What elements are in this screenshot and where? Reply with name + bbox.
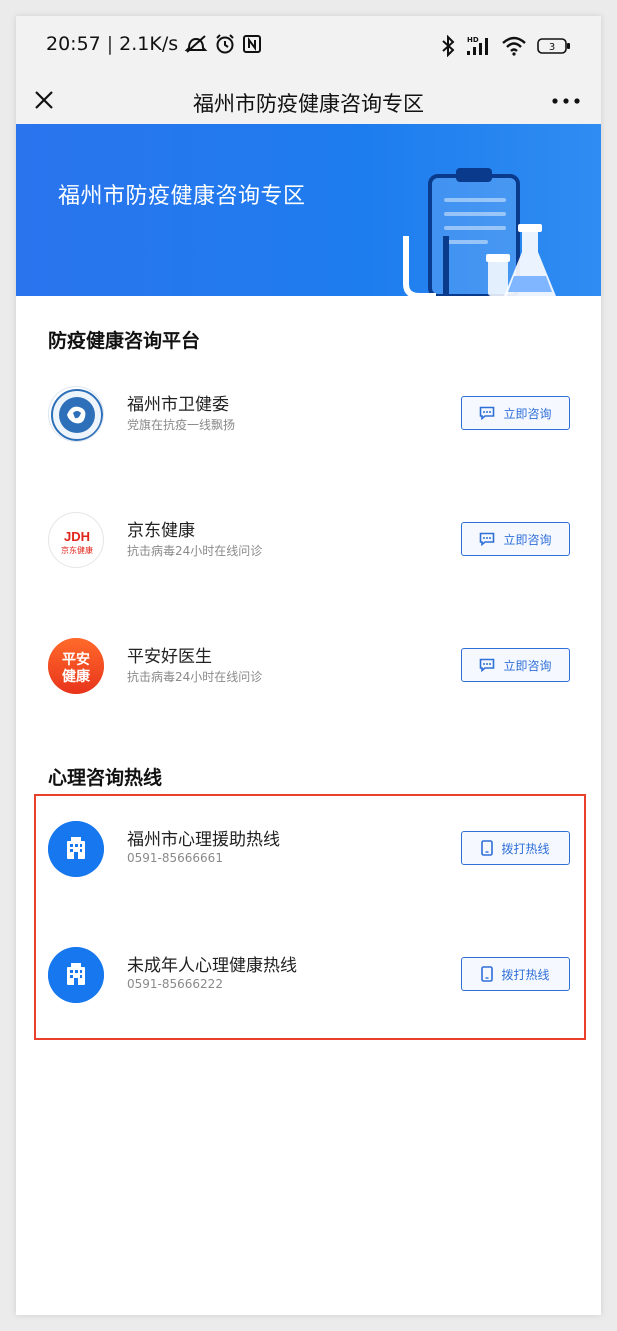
item-subtitle: 抗击病毒24小时在线问诊 bbox=[127, 544, 263, 558]
item-name: 福州市卫健委 bbox=[127, 395, 229, 415]
status-left: 20:57 | 2.1K/s bbox=[46, 33, 262, 55]
highlight-box bbox=[34, 794, 586, 1040]
medical-illustration-icon bbox=[403, 168, 556, 296]
svg-text:HD: HD bbox=[467, 36, 479, 44]
logo-text-top: 平安 bbox=[62, 651, 90, 668]
button-label: 立即咨询 bbox=[503, 406, 552, 421]
button-label: 立即咨询 bbox=[503, 658, 552, 673]
logo-text-bottom: 健康 bbox=[62, 668, 91, 685]
jd-health-logo: JDH 京东健康 bbox=[48, 512, 104, 568]
consult-now-button[interactable]: 立即咨询 bbox=[461, 522, 570, 556]
chat-icon bbox=[480, 658, 495, 672]
banner-title: 福州市防疫健康咨询专区 bbox=[58, 184, 306, 209]
phone-screen: 20:57 | 2.1K/s HD 3 福州市防疫健康咨询专区 福州市防疫健康咨… bbox=[16, 16, 601, 1315]
bluetooth-icon bbox=[442, 35, 455, 57]
nfc-icon bbox=[243, 35, 262, 53]
more-icon[interactable] bbox=[551, 96, 581, 106]
status-separator: | bbox=[106, 33, 114, 55]
banner: 福州市防疫健康咨询专区 bbox=[16, 124, 601, 296]
consult-now-button[interactable]: 立即咨询 bbox=[461, 648, 570, 682]
fuzhou-health-commission-logo bbox=[48, 386, 104, 442]
item-subtitle: 抗击病毒24小时在线问诊 bbox=[127, 670, 263, 684]
battery-level: 3 bbox=[549, 42, 555, 53]
status-time: 20:57 bbox=[46, 33, 101, 55]
section-title-hotline: 心理咨询热线 bbox=[48, 767, 163, 789]
status-bar: 20:57 | 2.1K/s HD 3 bbox=[16, 16, 601, 78]
list-item: 平安 健康 平安好医生 抗击病毒24小时在线问诊 立即咨询 bbox=[16, 623, 601, 719]
nav-bar: 福州市防疫健康咨询专区 bbox=[16, 78, 601, 124]
item-subtitle: 党旗在抗疫一线飘扬 bbox=[127, 418, 236, 432]
chat-icon bbox=[480, 406, 495, 420]
item-name: 平安好医生 bbox=[127, 647, 212, 667]
close-icon[interactable] bbox=[32, 88, 56, 112]
battery-icon: 3 bbox=[537, 38, 570, 54]
section-title-consult: 防疫健康咨询平台 bbox=[48, 330, 201, 352]
status-speed: 2.1K/s bbox=[119, 33, 179, 55]
list-item: JDH 京东健康 京东健康 抗击病毒24小时在线问诊 立即咨询 bbox=[16, 497, 601, 593]
signal-icon: HD bbox=[467, 36, 488, 55]
status-right: HD 3 bbox=[441, 35, 571, 57]
nav-title: 福州市防疫健康咨询专区 bbox=[193, 92, 424, 116]
item-name: 京东健康 bbox=[127, 521, 195, 541]
chat-icon bbox=[480, 532, 495, 546]
list-item: 福州市卫健委 党旗在抗疫一线飘扬 立即咨询 bbox=[16, 371, 601, 467]
alarm-icon bbox=[216, 34, 234, 54]
logo-text-bottom: 京东健康 bbox=[61, 545, 93, 555]
logo-text-top: JDH bbox=[64, 529, 90, 544]
button-label: 立即咨询 bbox=[503, 532, 552, 547]
pingan-logo: 平安 健康 bbox=[48, 638, 104, 694]
wifi-icon bbox=[502, 36, 526, 56]
mute-vibrate-icon bbox=[184, 35, 208, 53]
consult-now-button[interactable]: 立即咨询 bbox=[461, 396, 570, 430]
